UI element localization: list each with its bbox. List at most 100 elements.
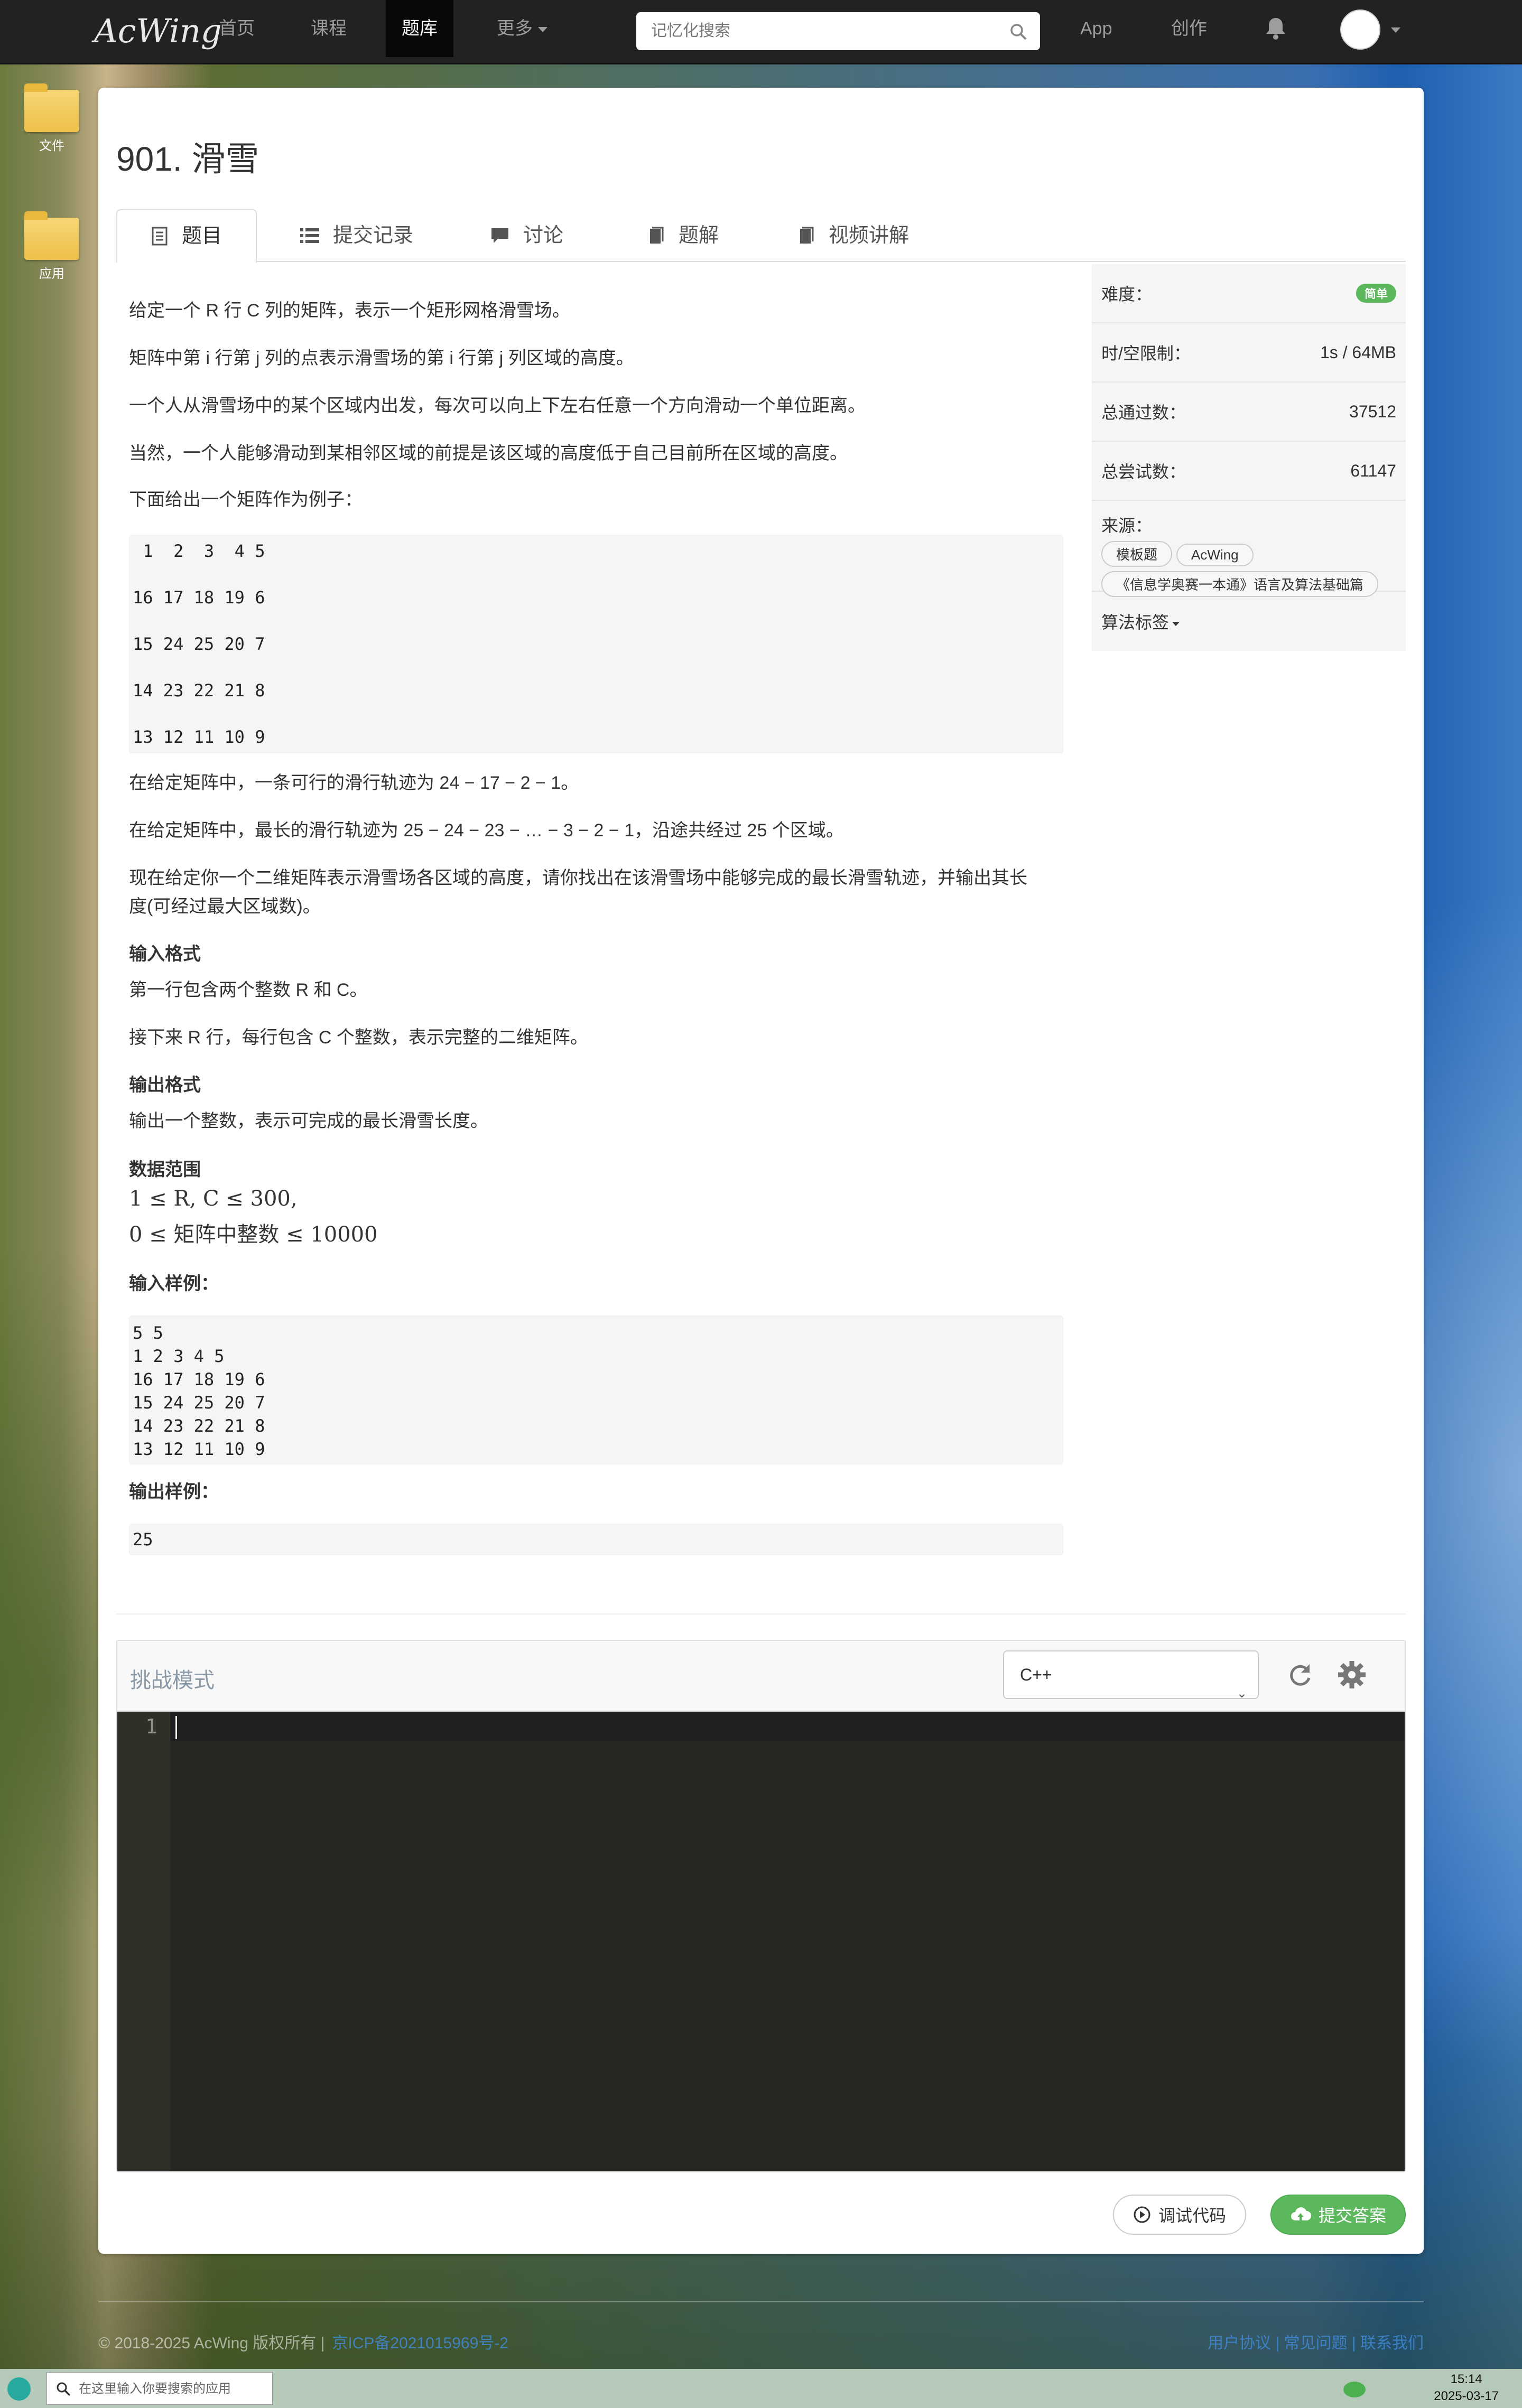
list-icon: [300, 228, 319, 243]
taskbar-search[interactable]: 在这里输入你要搜索的应用: [47, 2372, 273, 2405]
difficulty-badge: 简单: [1356, 284, 1396, 303]
tab-label: 讨论: [523, 225, 564, 247]
play-circle-icon: [1134, 2206, 1150, 2223]
example-matrix: 1 2 3 4 5 16 17 18 19 6 15 24 25 20 7 14…: [129, 535, 1063, 753]
footer-links[interactable]: 用户协议 | 常见问题 | 联系我们: [1208, 2330, 1424, 2353]
debug-label: 调试代码: [1158, 2206, 1226, 2225]
tray-status-icon[interactable]: [1343, 2382, 1366, 2397]
limit-row: 时/空限制： 1s / 64MB: [1092, 323, 1406, 382]
page-title: 901. 滑雪: [116, 140, 259, 178]
chevron-down-icon: [538, 27, 547, 33]
problem-panel: 901. 滑雪 题目 提交记录 讨论 题解 视频讲解 给定一个 R 行 C 列的…: [98, 88, 1424, 2254]
passed-row: 总通过数： 37512: [1092, 382, 1406, 442]
cloud-upload-icon: [1291, 2207, 1311, 2220]
range-title: 数据范围: [129, 1160, 201, 1180]
sample-input: 5 5 1 2 3 4 5 16 17 18 19 6 15 24 25 20 …: [129, 1315, 1063, 1464]
tab-solutions[interactable]: 题解: [614, 209, 753, 262]
source-row: 来源： 模板题 AcWing 《信息学奥赛一本通》语言及算法基础篇: [1092, 501, 1406, 597]
desc-paragraph: 当然，一个人能够滑动到某相邻区域的前提是该区域的高度低于自己目前所在区域的高度。: [129, 443, 848, 463]
icp-link[interactable]: 京ICP备2021015969号-2: [332, 2335, 508, 2352]
difficulty-label: 难度：: [1101, 285, 1153, 304]
desktop-icon-apps[interactable]: 应用: [21, 211, 82, 282]
nav-more-label: 更多: [497, 18, 533, 39]
input-format-line: 接下来 R 行，每行包含 C 个整数，表示完整的二维矩阵。: [129, 1028, 588, 1048]
debug-code-button[interactable]: 调试代码: [1113, 2195, 1246, 2235]
search-box: [636, 12, 1040, 50]
refresh-icon[interactable]: [1285, 1660, 1315, 1690]
nav-courses[interactable]: 课程: [295, 0, 363, 57]
top-navbar: AcWing 首页 课程 题库 更多 App 创作: [0, 0, 1522, 64]
sample-output-title: 输出样例：: [129, 1482, 219, 1502]
nav-create[interactable]: 创作: [1155, 0, 1223, 57]
desc-paragraph: 在给定矩阵中，最长的滑行轨迹为 25 − 24 − 23 − … − 3 − 2…: [129, 820, 844, 841]
avatar[interactable]: [1340, 10, 1380, 50]
chevron-down-icon[interactable]: [1391, 27, 1400, 33]
line-gutter: [117, 1712, 170, 2171]
input-format-line: 第一行包含两个整数 R 和 C。: [129, 980, 368, 1000]
search-input[interactable]: [636, 12, 996, 50]
source-tag[interactable]: 《信息学奥赛一本通》语言及算法基础篇: [1101, 571, 1379, 597]
desc-paragraph: 一个人从滑雪场中的某个区域内出发，每次可以向上下左右任意一个方向滑动一个单位距离…: [129, 396, 866, 416]
nav-app[interactable]: App: [1064, 0, 1128, 57]
submit-label: 提交答案: [1318, 2206, 1386, 2225]
tab-label: 题目: [182, 225, 222, 247]
nav-home[interactable]: 首页: [203, 0, 271, 57]
algorithm-tags-toggle[interactable]: 算法标签: [1092, 592, 1406, 651]
code-area[interactable]: 1: [117, 1712, 1405, 2171]
desc-paragraph: 下面给出一个矩阵作为例子：: [129, 490, 363, 510]
desktop-icon-files[interactable]: 文件: [21, 83, 82, 154]
tab-problem[interactable]: 题目: [116, 209, 257, 263]
passed-value: 37512: [1349, 402, 1396, 421]
challenge-mode-label[interactable]: 挑战模式: [130, 1663, 215, 1694]
limit-value: 1s / 64MB: [1320, 342, 1396, 362]
desc-paragraph: 在给定矩阵中，一条可行的滑行轨迹为 24 − 17 − 2 − 1。: [129, 773, 579, 793]
taskbar-clock[interactable]: 15:14 2025-03-17: [1434, 2371, 1499, 2405]
language-value: C++: [1020, 1665, 1052, 1684]
passed-label: 总通过数：: [1101, 403, 1186, 422]
tab-label: 题解: [679, 225, 719, 247]
clock-date: 2025-03-17: [1434, 2389, 1499, 2403]
tab-discussion[interactable]: 讨论: [457, 209, 597, 262]
folder-icon: [24, 83, 79, 132]
source-tag[interactable]: 模板题: [1101, 541, 1173, 567]
chevron-down-icon: ⌄: [1236, 1686, 1247, 1701]
input-format-title: 输入格式: [129, 944, 201, 964]
taskbar: 在这里输入你要搜索的应用 15:14 2025-03-17: [0, 2369, 1522, 2408]
source-label: 来源：: [1101, 516, 1153, 535]
output-format-title: 输出格式: [129, 1075, 201, 1095]
matrix-row: 15 24 25 20 7: [133, 634, 265, 654]
output-format-line: 输出一个整数，表示可完成的最长滑雪长度。: [129, 1111, 488, 1131]
desktop-icon-label: 文件: [39, 139, 64, 153]
desc-paragraph: 矩阵中第 i 行第 j 列的点表示滑雪场的第 i 行第 j 列区域的高度。: [129, 348, 634, 368]
bell-icon[interactable]: [1264, 16, 1287, 40]
language-select[interactable]: C++ ⌄: [1003, 1650, 1259, 1701]
source-tag[interactable]: AcWing: [1176, 544, 1254, 566]
matrix-row: [133, 609, 1060, 632]
desc-paragraph: 度(可经过最大区域数)。: [129, 897, 321, 917]
limit-label: 时/空限制：: [1101, 344, 1191, 363]
chevron-down-icon: [1172, 621, 1180, 626]
tab-video[interactable]: 视频讲解: [764, 209, 943, 262]
sample-output: 25: [129, 1524, 1063, 1555]
submit-answer-button[interactable]: 提交答案: [1270, 2195, 1406, 2235]
tab-label: 视频讲解: [829, 225, 910, 247]
folder-icon: [24, 211, 79, 260]
desc-paragraph: 给定一个 R 行 C 列的矩阵，表示一个矩形网格滑雪场。: [129, 301, 570, 321]
search-icon[interactable]: [1009, 23, 1027, 41]
algo-label: 算法标签: [1101, 613, 1170, 632]
problem-tabs: 题目 提交记录 讨论 题解 视频讲解: [116, 209, 1406, 263]
desktop-icon-label: 应用: [39, 267, 64, 281]
comment-icon: [491, 228, 508, 243]
tab-label: 提交记录: [333, 225, 414, 247]
clock-time: 15:14: [1450, 2372, 1482, 2386]
nav-more[interactable]: 更多: [481, 0, 563, 57]
difficulty-row: 难度： 简单: [1092, 264, 1406, 323]
tab-submissions[interactable]: 提交记录: [266, 209, 447, 262]
divider: [116, 1613, 1406, 1614]
nav-problems[interactable]: 题库: [386, 0, 453, 57]
start-app-icon[interactable]: [7, 2377, 31, 2401]
document-icon: [152, 227, 168, 246]
tried-value: 61147: [1350, 461, 1396, 480]
copyright: © 2018-2025 AcWing 版权所有 |: [98, 2335, 325, 2352]
gear-icon[interactable]: [1336, 1659, 1368, 1691]
